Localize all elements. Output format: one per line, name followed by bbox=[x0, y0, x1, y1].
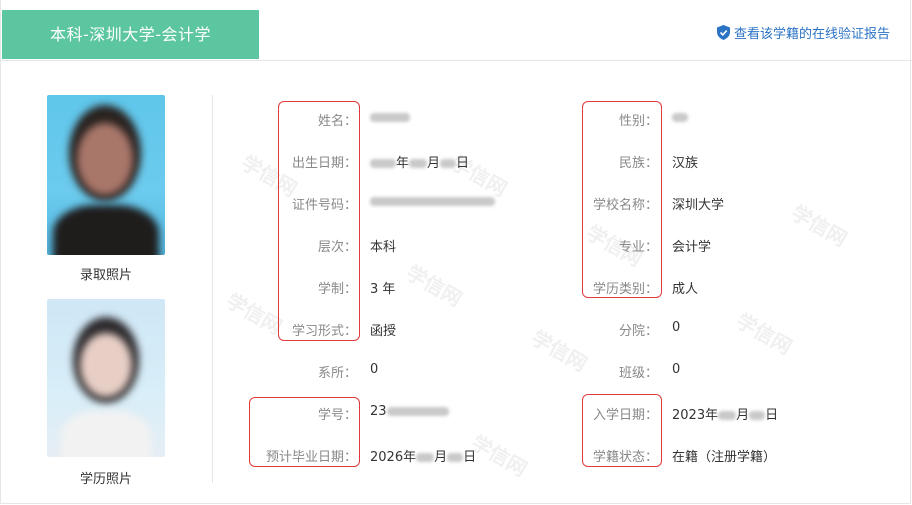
field-value-enrollment-status: 在籍（注册学籍） bbox=[672, 450, 777, 465]
field-value-branch: 0 bbox=[672, 320, 681, 335]
redacted-mask bbox=[749, 411, 766, 420]
field-value-expected-graduation: 2026年月日 bbox=[370, 450, 477, 465]
shield-icon bbox=[716, 24, 730, 40]
field-value-education-type: 成人 bbox=[672, 282, 699, 297]
field-value-gender bbox=[672, 110, 688, 125]
redacted-mask bbox=[386, 407, 449, 416]
field-value-student-id: 23 bbox=[370, 404, 449, 419]
redacted-mask bbox=[672, 113, 688, 122]
field-label-department: 系所： bbox=[317, 366, 357, 381]
field-value-birthdate: 年月日 bbox=[370, 152, 469, 171]
field-label-class: 班级： bbox=[618, 366, 658, 381]
redacted-mask bbox=[440, 159, 457, 168]
field-value-name bbox=[370, 110, 410, 125]
admission-photo-caption: 录取照片 bbox=[79, 268, 132, 283]
field-label-major: 专业： bbox=[618, 240, 658, 255]
record-title-tag: 本科-深圳大学-会计学 bbox=[2, 10, 259, 59]
field-value-major: 会计学 bbox=[672, 240, 712, 255]
column-divider bbox=[212, 95, 213, 483]
field-label-branch: 分院： bbox=[618, 324, 658, 339]
field-label-school: 学校名称： bbox=[592, 198, 658, 213]
field-value-ethnicity: 汉族 bbox=[672, 156, 699, 171]
field-value-school: 深圳大学 bbox=[672, 198, 725, 213]
redacted-mask bbox=[447, 453, 464, 462]
field-label-gender: 性别： bbox=[618, 114, 658, 129]
admission-photo bbox=[47, 95, 165, 255]
redacted-mask bbox=[416, 453, 435, 462]
redacted-mask bbox=[370, 113, 410, 122]
field-value-level: 本科 bbox=[370, 240, 397, 255]
redacted-mask bbox=[718, 411, 737, 420]
field-label-enrollment-date: 入学日期： bbox=[592, 408, 658, 423]
field-value-duration: 3 年 bbox=[370, 282, 396, 297]
degree-photo-caption: 学历照片 bbox=[79, 472, 132, 487]
redacted-mask bbox=[370, 197, 495, 206]
field-value-enrollment-date: 2023年月日 bbox=[672, 408, 779, 423]
field-label-id-number: 证件号码： bbox=[291, 198, 357, 213]
field-label-duration: 学制： bbox=[317, 282, 357, 297]
field-value-id-number bbox=[370, 194, 495, 209]
field-label-student-id: 学号： bbox=[317, 408, 357, 423]
verify-report-link[interactable]: 查看该学籍的在线验证报告 bbox=[716, 23, 890, 42]
redacted-mask bbox=[409, 159, 428, 168]
field-value-department: 0 bbox=[370, 362, 379, 377]
field-label-ethnicity: 民族： bbox=[618, 156, 658, 171]
highlight-box-left-top bbox=[278, 101, 360, 341]
redacted-mask bbox=[370, 159, 396, 168]
header-divider bbox=[0, 60, 912, 61]
field-label-birthdate: 出生日期： bbox=[291, 156, 357, 171]
field-value-study-mode: 函授 bbox=[370, 324, 397, 339]
field-label-name: 姓名： bbox=[317, 114, 357, 129]
field-label-enrollment-status: 学籍状态： bbox=[592, 450, 658, 465]
field-label-study-mode: 学习形式： bbox=[291, 324, 357, 339]
field-label-education-type: 学历类别： bbox=[592, 282, 658, 297]
verify-link-label[interactable]: 查看该学籍的在线验证报告 bbox=[734, 23, 890, 42]
field-value-class: 0 bbox=[672, 362, 681, 377]
field-label-level: 层次： bbox=[317, 240, 357, 255]
field-label-expected-graduation: 预计毕业日期： bbox=[265, 450, 357, 465]
degree-photo bbox=[47, 299, 165, 457]
